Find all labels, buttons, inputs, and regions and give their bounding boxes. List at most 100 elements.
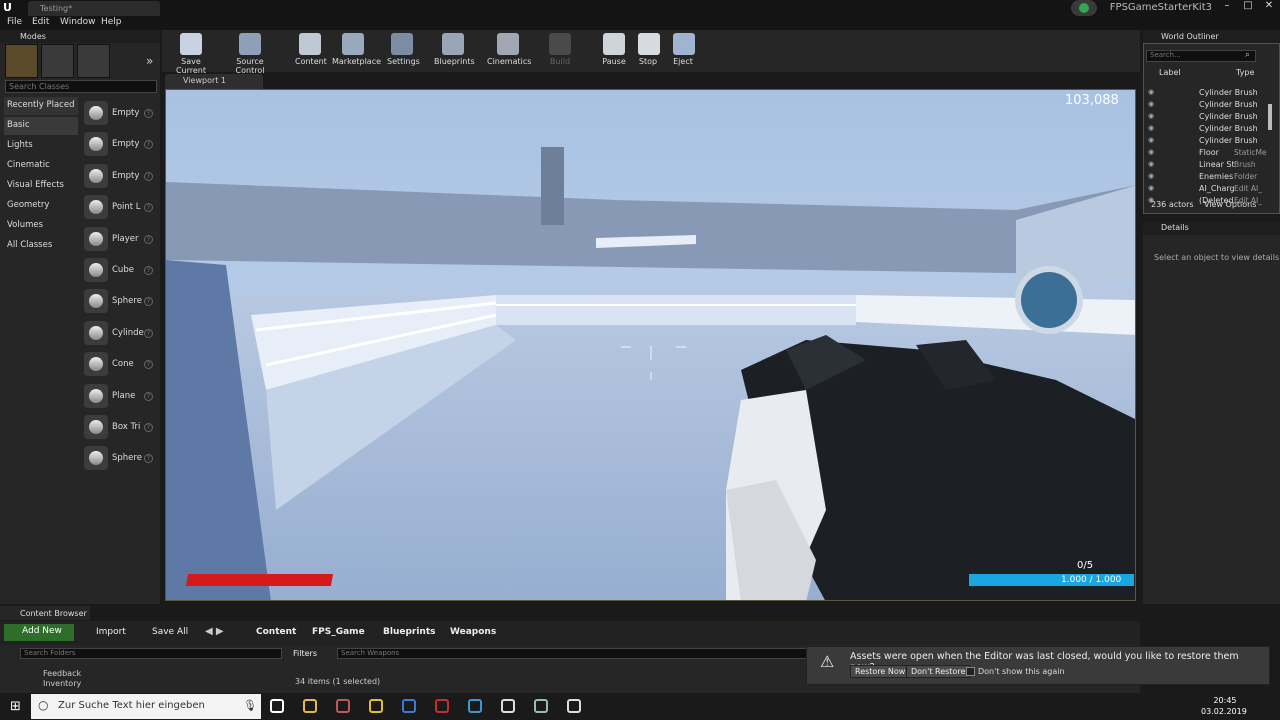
outliner-row[interactable]: ◉ Cylinder Brush bbox=[1146, 123, 1270, 135]
visibility-eye-icon[interactable]: ◉ bbox=[1148, 100, 1154, 108]
toolbar-pause-button[interactable]: Pause bbox=[601, 31, 627, 71]
close-icon[interactable]: ✕ bbox=[1259, 0, 1279, 16]
filters-button[interactable]: Filters bbox=[293, 649, 317, 658]
toolbar-save-current-button[interactable]: Save Current bbox=[168, 31, 214, 75]
more-modes-icon[interactable]: » bbox=[146, 54, 153, 68]
microphone-icon[interactable]: 🎙 bbox=[243, 699, 257, 712]
app-icon[interactable] bbox=[336, 699, 350, 713]
visibility-eye-icon[interactable]: ◉ bbox=[1148, 88, 1154, 96]
outliner-row[interactable]: ◉ AI_Charg Edit AI_ bbox=[1146, 183, 1270, 195]
toolbar-eject-button[interactable]: Eject bbox=[673, 31, 695, 71]
place-item-icon[interactable] bbox=[84, 320, 108, 345]
help-icon[interactable]: ? bbox=[144, 391, 153, 401]
app-icon[interactable] bbox=[435, 699, 449, 713]
viewport-tab[interactable]: Viewport 1 bbox=[165, 74, 263, 89]
category-lights[interactable]: Lights bbox=[4, 137, 78, 155]
place-item-icon[interactable] bbox=[84, 289, 108, 314]
category-visual-effects[interactable]: Visual Effects bbox=[4, 177, 78, 195]
category-all-classes[interactable]: All Classes bbox=[4, 237, 78, 255]
toolbar-cinematics-button[interactable]: Cinematics bbox=[487, 31, 531, 71]
menu-help[interactable]: Help bbox=[101, 17, 122, 27]
menu-window[interactable]: Window bbox=[60, 17, 96, 27]
save-all-button[interactable]: Save All bbox=[152, 627, 188, 637]
place-item-label[interactable]: Sphere bbox=[112, 453, 142, 463]
category-volumes[interactable]: Volumes bbox=[4, 217, 78, 235]
toolbar-blueprints-button[interactable]: Blueprints bbox=[434, 31, 475, 71]
outliner-row[interactable]: ◉ Floor StaticMe bbox=[1146, 147, 1270, 159]
outliner-row[interactable]: ◉ Cylinder Brush bbox=[1146, 111, 1270, 123]
visibility-eye-icon[interactable]: ◉ bbox=[1148, 148, 1154, 156]
toolbar-source-control-button[interactable]: Source Control bbox=[223, 31, 277, 75]
unreal-engine-icon[interactable] bbox=[501, 699, 515, 713]
windows-start-icon[interactable]: ⊞ bbox=[10, 699, 21, 714]
paint-mode-icon[interactable] bbox=[41, 44, 74, 78]
help-icon[interactable]: ? bbox=[144, 109, 153, 118]
help-icon[interactable]: ? bbox=[144, 266, 153, 275]
visibility-eye-icon[interactable]: ◉ bbox=[1148, 124, 1154, 132]
place-mode-icon[interactable] bbox=[5, 44, 38, 78]
help-icon[interactable]: ? bbox=[144, 234, 153, 244]
landscape-mode-icon[interactable] bbox=[77, 44, 110, 78]
steam-icon[interactable] bbox=[534, 699, 548, 713]
add-new-button[interactable]: Add New bbox=[4, 624, 74, 641]
outliner-row[interactable]: ◉ Linear St Brush bbox=[1146, 159, 1270, 171]
app-icon[interactable] bbox=[468, 699, 482, 713]
app-icon[interactable] bbox=[402, 699, 416, 713]
place-item-label[interactable]: Cube bbox=[112, 265, 134, 275]
menu-edit[interactable]: Edit bbox=[32, 17, 49, 27]
import-button[interactable]: Import bbox=[96, 627, 126, 637]
toolbar-marketplace-button[interactable]: Marketplace bbox=[332, 31, 381, 71]
clock-time[interactable]: 20:45 bbox=[1207, 696, 1243, 705]
category-geometry[interactable]: Geometry bbox=[4, 197, 78, 215]
content-browser-tab[interactable]: Content Browser bbox=[0, 606, 90, 620]
file-explorer-icon[interactable] bbox=[303, 699, 317, 713]
place-item-icon[interactable] bbox=[84, 101, 108, 125]
visibility-eye-icon[interactable]: ◉ bbox=[1148, 136, 1154, 144]
view-options-button[interactable]: View Options bbox=[1204, 200, 1256, 209]
folder-feedback[interactable]: Feedback bbox=[43, 669, 81, 678]
visibility-eye-icon[interactable]: ◉ bbox=[1148, 160, 1154, 168]
place-item-icon[interactable] bbox=[84, 226, 108, 251]
visibility-eye-icon[interactable]: ◉ bbox=[1148, 184, 1154, 192]
outliner-col-label[interactable]: Label bbox=[1159, 68, 1181, 77]
outliner-search-input[interactable]: Search... bbox=[1146, 50, 1256, 62]
help-icon[interactable]: ? bbox=[144, 171, 153, 181]
search-folders-input[interactable]: Search Folders bbox=[20, 648, 282, 659]
task-view-icon[interactable] bbox=[270, 699, 284, 713]
game-viewport[interactable]: 103,088 0/5 1.000 / 1.000 bbox=[165, 89, 1136, 601]
search-assets-input[interactable]: Search Weapons bbox=[337, 648, 807, 659]
outliner-row[interactable]: ◉ Cylinder Brush bbox=[1146, 99, 1270, 111]
place-item-icon[interactable] bbox=[84, 163, 108, 188]
folder-inventory[interactable]: Inventory bbox=[43, 679, 81, 688]
breadcrumb-item[interactable]: Weapons bbox=[450, 627, 496, 637]
place-item-label[interactable]: Player bbox=[112, 234, 138, 244]
dont-show-checkbox[interactable] bbox=[966, 667, 975, 676]
toolbar-build-button[interactable]: Build bbox=[549, 31, 571, 71]
place-item-label[interactable]: Empty bbox=[112, 171, 139, 181]
help-icon[interactable]: ? bbox=[144, 328, 153, 338]
menu-file[interactable]: File bbox=[7, 17, 22, 27]
place-item-icon[interactable] bbox=[84, 383, 108, 408]
toolbar-stop-button[interactable]: Stop bbox=[638, 31, 660, 71]
toolbar-settings-button[interactable]: Settings bbox=[387, 31, 420, 71]
visibility-eye-icon[interactable]: ◉ bbox=[1148, 172, 1154, 180]
clock-date[interactable]: 03.02.2019 bbox=[1201, 707, 1247, 716]
dont-restore-button[interactable]: Don't Restore bbox=[906, 665, 971, 678]
place-item-icon[interactable] bbox=[84, 195, 108, 220]
place-item-label[interactable]: Cone bbox=[112, 359, 134, 369]
toolbar-content-button[interactable]: Content bbox=[295, 31, 327, 71]
taskbar-search-input[interactable]: Zur Suche Text hier eingeben bbox=[31, 694, 261, 719]
place-item-icon[interactable] bbox=[84, 352, 108, 377]
outliner-scrollbar[interactable] bbox=[1268, 104, 1272, 130]
place-item-icon[interactable] bbox=[84, 446, 108, 471]
category-basic[interactable]: Basic bbox=[4, 117, 78, 135]
breadcrumb-item[interactable]: FPS_Game bbox=[312, 627, 365, 637]
help-icon[interactable]: ? bbox=[144, 423, 153, 432]
back-arrow-icon[interactable]: ◀ ▶ bbox=[205, 626, 224, 637]
outliner-row[interactable]: ◉ Enemies Folder bbox=[1146, 171, 1270, 183]
chrome-icon[interactable] bbox=[369, 699, 383, 713]
breadcrumb-item[interactable]: Content bbox=[256, 627, 296, 637]
level-tab[interactable]: Testing* bbox=[28, 1, 160, 16]
outliner-col-type[interactable]: Type bbox=[1236, 68, 1254, 77]
maximize-icon[interactable]: □ bbox=[1238, 0, 1258, 16]
